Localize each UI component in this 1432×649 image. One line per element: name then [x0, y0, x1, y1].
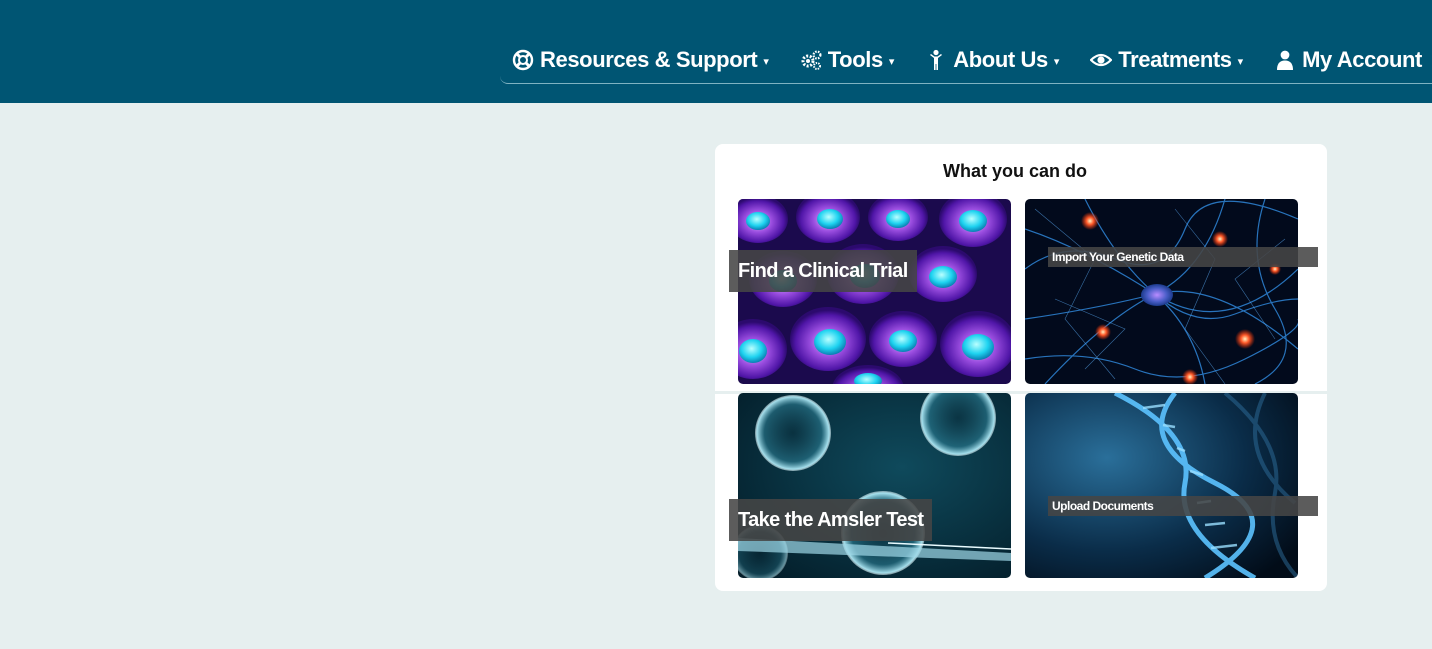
nav-label: Tools — [827, 46, 883, 72]
caret-down-icon: ▾ — [1053, 56, 1060, 68]
caret-down-icon: ▾ — [1237, 56, 1244, 68]
nav-tools[interactable]: Tools ▾ — [800, 47, 894, 73]
gears-icon — [800, 49, 822, 71]
nav-about-us[interactable]: About Us ▾ — [925, 47, 1059, 73]
amsler-test-label[interactable]: Take the Amsler Test — [729, 499, 933, 541]
nav-resources-support[interactable]: Resources & Support ▾ — [512, 46, 769, 73]
upload-documents-label[interactable]: Upload Documents — [1048, 496, 1318, 516]
cell-injection-image — [738, 393, 1011, 578]
nav-my-account[interactable]: My Account — [1274, 47, 1422, 73]
nav-label: Resources & Support — [540, 46, 758, 72]
tile-upload-documents[interactable] — [1025, 393, 1298, 578]
nav-treatments[interactable]: Treatments ▾ — [1090, 47, 1243, 73]
find-clinical-trial-label[interactable]: Find a Clinical Trial — [729, 250, 917, 292]
nav-label: Treatments — [1118, 46, 1232, 72]
nav-label: My Account — [1302, 46, 1422, 72]
caret-down-icon: ▾ — [888, 56, 895, 68]
neurons-image — [1025, 199, 1298, 384]
main-nav: Resources & Support ▾ Tools ▾ About Us ▾ — [500, 36, 1432, 84]
caret-down-icon: ▾ — [763, 56, 769, 68]
user-icon — [1274, 49, 1296, 71]
tile-amsler-test[interactable] — [738, 393, 1011, 578]
person-icon — [925, 49, 947, 71]
panel-title: What you can do — [943, 161, 1087, 181]
import-genetic-data-label[interactable]: Import Your Genetic Data — [1048, 247, 1318, 267]
dna-helix-image — [1025, 393, 1298, 578]
eye-icon — [1090, 49, 1113, 71]
lifebuoy-icon — [512, 49, 534, 71]
nav-label: About Us — [953, 46, 1048, 72]
tile-import-genetic-data[interactable] — [1025, 199, 1298, 384]
